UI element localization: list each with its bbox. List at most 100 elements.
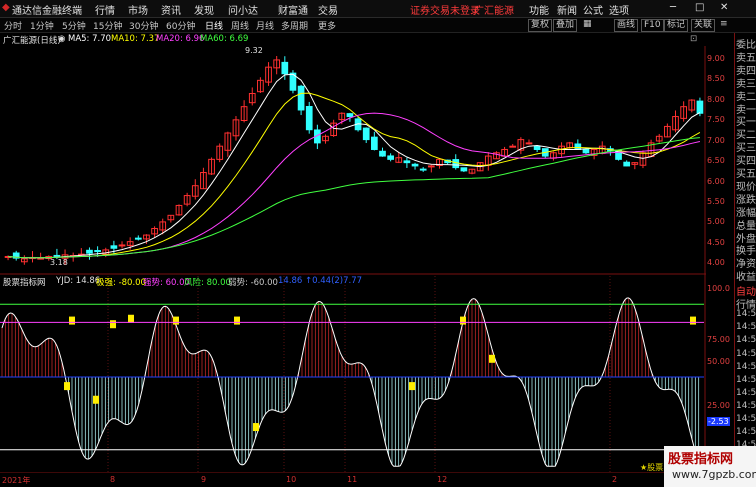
menu-trade[interactable]: 交易 (318, 2, 338, 17)
weak-value: 弱势: -60.00 (228, 278, 278, 288)
candle-body (574, 143, 582, 150)
period-more[interactable]: 更多 (318, 19, 336, 32)
candle-body (411, 163, 419, 167)
ind-tick: 50.00 (707, 357, 730, 366)
tool-grid-icon[interactable]: ▦ (583, 19, 592, 29)
candle-body (305, 106, 313, 131)
period-60min[interactable]: 60分钟 (166, 19, 195, 32)
expand-icon[interactable]: ⊡ (690, 34, 697, 44)
indicator-levels (0, 303, 704, 451)
panel-label: 14:58 (736, 309, 756, 320)
candle-body (362, 127, 370, 141)
candle-body (379, 150, 386, 157)
period-timeshare[interactable]: 分时 (4, 19, 22, 32)
period-1min[interactable]: 1分钟 (30, 19, 54, 32)
period-weekly[interactable]: 周线 (231, 19, 249, 32)
app-logo-icon: ◆ (2, 2, 10, 13)
price-tick: 7.50 (707, 115, 725, 124)
price-tick: 6.50 (707, 156, 725, 165)
tool-link[interactable]: 关联 (691, 19, 716, 32)
ind-tick: 75.00 (707, 335, 730, 344)
menu-discover[interactable]: 发现 (194, 2, 214, 17)
period-bar: 分时 1分钟 5分钟 15分钟 30分钟 60分钟 日线 周线 月线 多周期 更… (0, 18, 756, 33)
panel-label: 14:58 (736, 322, 756, 333)
candle-body (134, 237, 142, 240)
dropdown-icon[interactable]: ◉ (58, 34, 65, 44)
panel-label: 14:58 (736, 400, 756, 411)
maximize-icon[interactable]: □ (695, 2, 704, 13)
signal-marker (128, 314, 134, 323)
login-notice[interactable]: 证券交易未登录 (410, 2, 480, 17)
minimize-icon[interactable]: ─ (670, 2, 676, 13)
price-tick: 5.50 (707, 197, 725, 206)
candle-body (419, 168, 427, 171)
signal-marker (253, 423, 259, 432)
tool-mark[interactable]: 标记 (664, 19, 689, 32)
moving-average-lines (8, 73, 701, 259)
ma5-line (8, 73, 701, 259)
candle-body (452, 159, 460, 169)
tool-restore-rights[interactable]: 复权 (528, 19, 553, 32)
low-label: 3.18 (50, 258, 68, 267)
menu-function[interactable]: 功能 (529, 2, 549, 17)
signal-marker (69, 316, 75, 325)
menu-market[interactable]: 市场 (128, 2, 148, 17)
ind-tick: 100.0 (707, 284, 730, 293)
tool-f10[interactable]: F10 (641, 19, 664, 32)
tool-overlay[interactable]: 叠加 (553, 19, 578, 32)
broker-name[interactable]: 广汇能源 (474, 2, 514, 17)
extreme-strong-value: 极强: -80.00 (96, 278, 146, 288)
candle-body (297, 85, 305, 111)
ma10-value: MA10: 7.37 (111, 34, 160, 44)
signal-marker (489, 354, 495, 363)
candle-body (53, 254, 61, 257)
menu-ask[interactable]: 问小达 (228, 2, 258, 17)
menu-list-icon[interactable]: ≡ (720, 19, 728, 29)
price-tick: 8.50 (707, 74, 725, 83)
signal-marker (64, 382, 70, 391)
menu-quotes[interactable]: 行情 (95, 2, 115, 17)
candle-body (86, 249, 93, 254)
candle-body (525, 142, 533, 145)
ma20-line (8, 112, 701, 259)
period-15min[interactable]: 15分钟 (93, 19, 122, 32)
candle-body (533, 145, 541, 150)
time-tick: 9 (201, 475, 207, 484)
strong-value: 强势: 60.00 (143, 278, 190, 288)
ma10-line (8, 92, 701, 259)
watermark-url: www.7gpzb.com (672, 468, 756, 481)
period-5min[interactable]: 5分钟 (62, 19, 86, 32)
period-daily[interactable]: 日线 (205, 19, 223, 32)
ma60-value: MA60: 6.69 (200, 34, 249, 44)
corner-label: ★股票 (640, 463, 664, 472)
watermark: 股票指标网 www.7gpzb.com (664, 446, 756, 487)
signal-marker (460, 316, 466, 325)
yjd-value: YJD: 14.86 (56, 276, 101, 286)
menu-wealth[interactable]: 财富通 (278, 2, 308, 17)
ma20-value: MA20: 6.96 (156, 34, 205, 44)
title-bar: ◆ 通达信金融终端 行情 市场 资讯 发现 问小达 财富通 交易 证券交易未登录… (0, 0, 756, 18)
menu-news[interactable]: 资讯 (161, 2, 181, 17)
price-tick: 9.00 (707, 54, 725, 63)
candle-body (427, 165, 435, 168)
indicator-series (1, 297, 701, 467)
candle-body (696, 100, 704, 114)
period-30min[interactable]: 30分钟 (129, 19, 158, 32)
menu-formula[interactable]: 公式 (583, 2, 603, 17)
close-icon[interactable]: ✕ (720, 2, 728, 13)
tool-draw[interactable]: 画线 (614, 19, 639, 32)
signal-marker (173, 316, 179, 325)
ma5-value: MA5: 7.70 (68, 34, 112, 44)
panel-label: 14:58 (736, 361, 756, 372)
indicator-info-line: 股票指标网 YJD: 14.86 极强: -80.00 强势: 60.00 风险… (0, 276, 730, 288)
menu-options[interactable]: 选项 (609, 2, 629, 17)
menu-newsfeed[interactable]: 新闻 (557, 2, 577, 17)
signal-marker (110, 320, 116, 329)
period-monthly[interactable]: 月线 (256, 19, 274, 32)
candle-body (110, 245, 118, 249)
time-tick: 12 (437, 475, 448, 484)
stock-title: 广汇能源(日线) (3, 36, 61, 46)
high-label: 9.32 (245, 46, 263, 55)
panel-label: 14:58 (736, 348, 756, 359)
period-multi[interactable]: 多周期 (281, 19, 308, 32)
